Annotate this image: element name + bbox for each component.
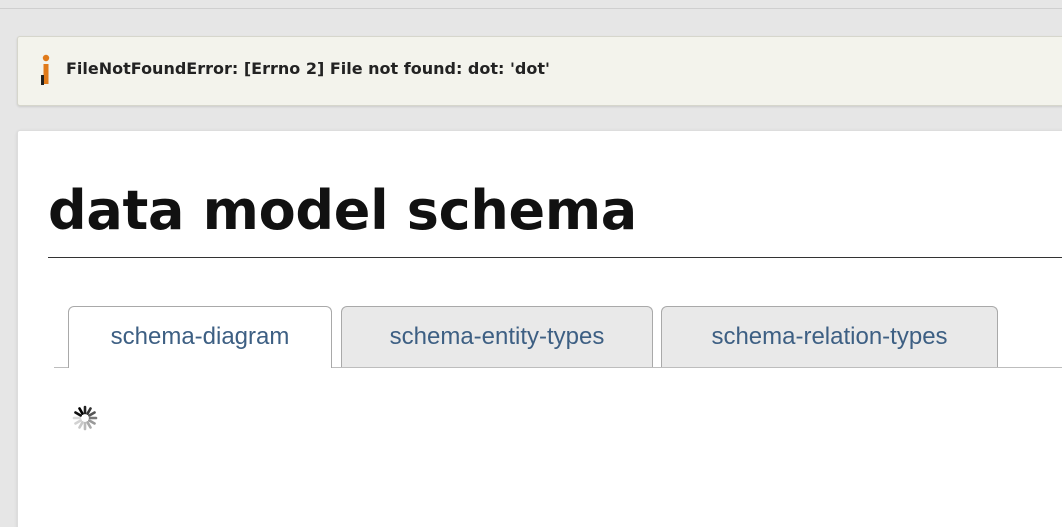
tab-schema-relation-types[interactable]: schema-relation-types xyxy=(661,306,998,367)
top-divider xyxy=(0,8,1062,9)
tab-label: schema-entity-types xyxy=(389,323,605,350)
title-underline xyxy=(48,257,1062,258)
tab-schema-entity-types[interactable]: schema-entity-types xyxy=(341,306,653,367)
content-panel: data model schema schema-diagram schema-… xyxy=(17,130,1062,527)
error-message: FileNotFoundError: [Errno 2] File not fo… xyxy=(66,59,550,78)
info-icon xyxy=(41,54,50,85)
loading-spinner-icon xyxy=(72,405,98,431)
tab-label: schema-relation-types xyxy=(711,323,948,350)
tab-bar: schema-diagram schema-entity-types schem… xyxy=(54,306,1062,368)
tab-label: schema-diagram xyxy=(110,323,290,350)
tab-schema-diagram[interactable]: schema-diagram xyxy=(68,306,332,368)
page-title: data model schema xyxy=(48,179,637,242)
error-notification-bar: FileNotFoundError: [Errno 2] File not fo… xyxy=(17,36,1062,106)
app-viewport: FileNotFoundError: [Errno 2] File not fo… xyxy=(0,0,1062,527)
